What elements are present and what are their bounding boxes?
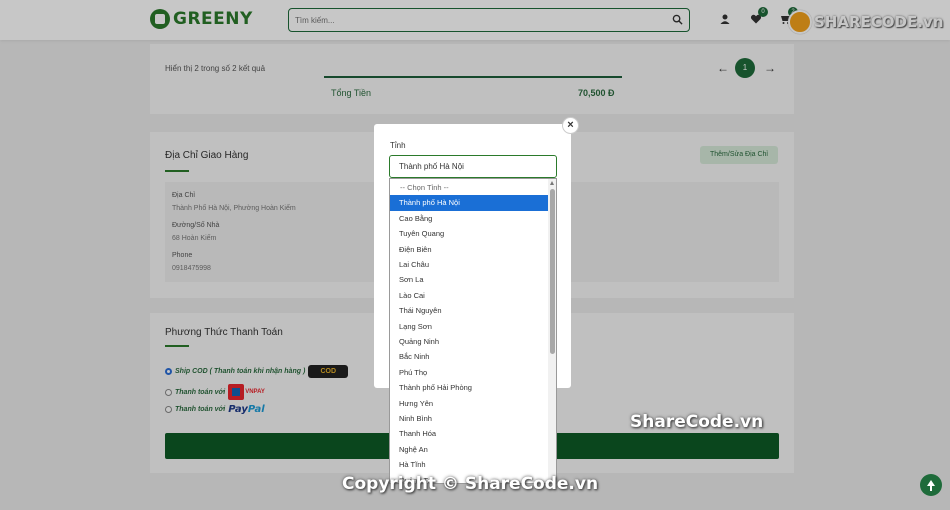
province-option[interactable]: Bắc Ninh [390,349,548,364]
province-selected-value: Thành phố Hà Nội [399,162,464,171]
province-option[interactable]: Phú Thọ [390,365,548,380]
province-label: Tỉnh [390,141,406,150]
province-option[interactable]: Ninh Bình [390,411,548,426]
province-option[interactable]: Hưng Yên [390,396,548,411]
province-option[interactable]: Lai Châu [390,257,548,272]
province-option[interactable]: Sơn La [390,272,548,287]
province-option[interactable]: Quảng Ninh [390,334,548,349]
province-option[interactable]: Tuyên Quang [390,226,548,241]
modal-close-button[interactable]: × [562,117,579,134]
sharecode-watermark-bottom: Copyright © ShareCode.vn [342,474,599,494]
scroll-up-arrow-icon[interactable] [550,181,554,185]
province-option[interactable]: Thành phố Hải Phòng [390,380,548,395]
province-option[interactable]: Lào Cai [390,288,548,303]
province-dropdown-list[interactable]: Quảng Trị Hà Tĩnh Nghệ An Thanh Hóa Ninh Bìn… [389,178,557,484]
dropdown-scrollbar[interactable] [548,179,556,483]
province-option[interactable]: Nghệ An [390,442,548,457]
arrow-up-stem [930,485,932,491]
sharecode-watermark-mid: ShareCode.vn [630,412,764,432]
province-option[interactable]: Điện Biên [390,242,548,257]
province-option[interactable]: Thanh Hóa [390,426,548,441]
scrollbar-thumb[interactable] [550,189,555,354]
province-option[interactable]: Thái Nguyên [390,303,548,318]
province-option[interactable]: -- Chọn Tỉnh -- [390,180,548,195]
province-option[interactable]: Thành phố Hà Nội [390,195,548,211]
province-select[interactable]: Thành phố Hà Nội [389,155,557,178]
province-option[interactable]: Hà Tĩnh [390,457,548,472]
province-option[interactable]: Lạng Sơn [390,319,548,334]
province-option[interactable]: Cao Bằng [390,211,548,226]
scroll-to-top-button[interactable] [920,474,942,496]
